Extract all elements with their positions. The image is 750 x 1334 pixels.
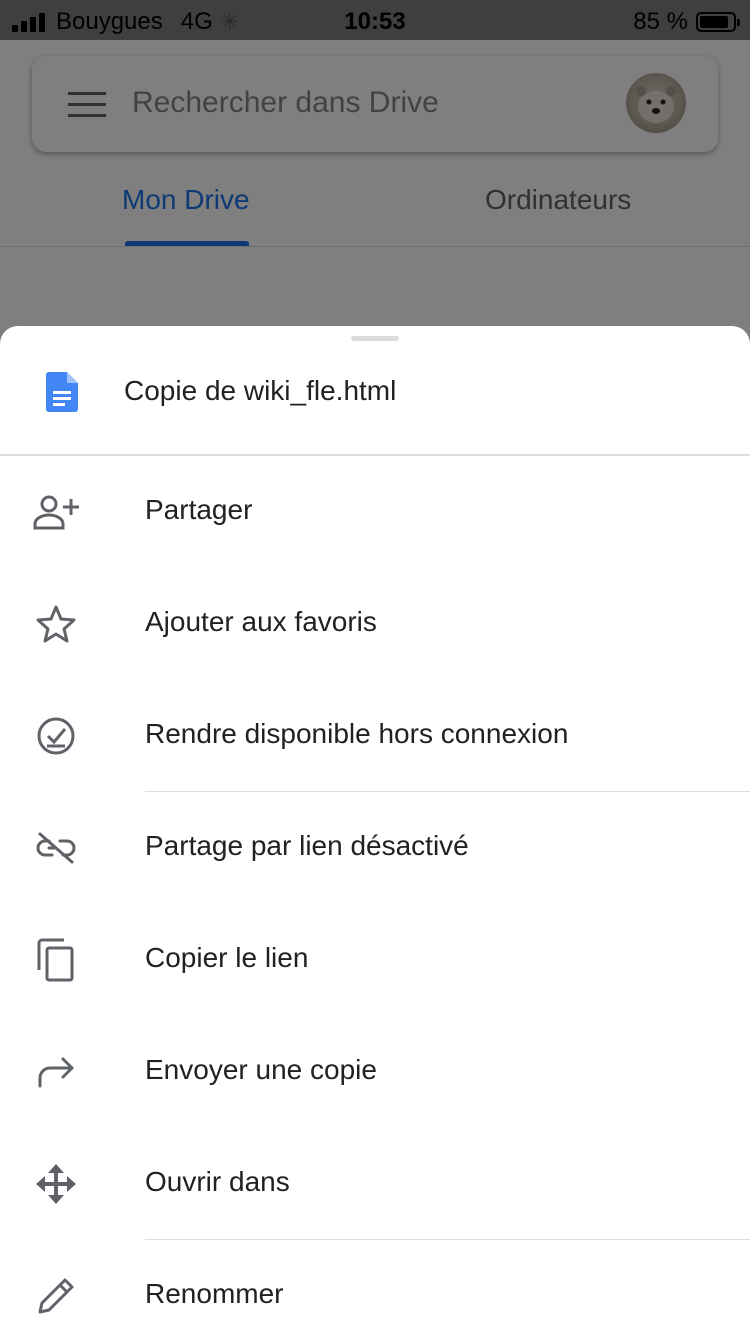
menu-item-label: Copier le lien	[145, 942, 309, 973]
menu-item-partager[interactable]: Partager	[0, 456, 750, 568]
drag-handle[interactable]	[351, 336, 399, 341]
menu-item-label: Rendre disponible hors connexion	[145, 718, 569, 749]
sheet-header: Copie de wiki_fle.html	[0, 348, 750, 456]
pencil-icon	[32, 1276, 80, 1316]
file-actions-sheet: Copie de wiki_fle.html Partager Ajouter …	[0, 326, 750, 1334]
star-outline-icon	[32, 604, 80, 644]
file-name: Copie de wiki_fle.html	[124, 375, 397, 406]
menu-item-renommer[interactable]: Renommer	[0, 1240, 750, 1334]
person-add-icon	[32, 492, 80, 532]
move-arrows-icon	[32, 1164, 80, 1204]
menu-item-ouvrir-dans[interactable]: Ouvrir dans	[0, 1128, 750, 1240]
battery-icon	[696, 12, 740, 32]
screen: Rechercher dans Drive Mon Drive Ordinate…	[0, 0, 750, 1334]
menu-item-label: Partager	[145, 494, 253, 525]
battery-percent: 85 %	[633, 8, 688, 35]
menu-item-label: Ouvrir dans	[145, 1166, 290, 1197]
link-off-icon	[32, 828, 80, 868]
status-bar: Bouygues 4G ✳ 10:53 85 %	[0, 0, 750, 40]
action-list: Partager Ajouter aux favoris Rendre disp…	[0, 456, 750, 1334]
menu-item-hors-connexion[interactable]: Rendre disponible hors connexion	[0, 680, 750, 792]
offline-check-icon	[32, 716, 80, 756]
menu-item-label: Partage par lien désactivé	[145, 830, 469, 861]
menu-item-label: Ajouter aux favoris	[145, 606, 377, 637]
menu-item-copier-lien[interactable]: Copier le lien	[0, 904, 750, 1016]
copy-icon	[32, 938, 80, 982]
menu-item-partage-lien[interactable]: Partage par lien désactivé	[0, 792, 750, 904]
google-docs-icon	[46, 372, 78, 412]
menu-item-label: Envoyer une copie	[145, 1054, 377, 1085]
menu-item-ajouter-favoris[interactable]: Ajouter aux favoris	[0, 568, 750, 680]
menu-item-label: Renommer	[145, 1278, 284, 1309]
menu-item-envoyer-copie[interactable]: Envoyer une copie	[0, 1016, 750, 1128]
forward-arrow-icon	[32, 1052, 80, 1092]
